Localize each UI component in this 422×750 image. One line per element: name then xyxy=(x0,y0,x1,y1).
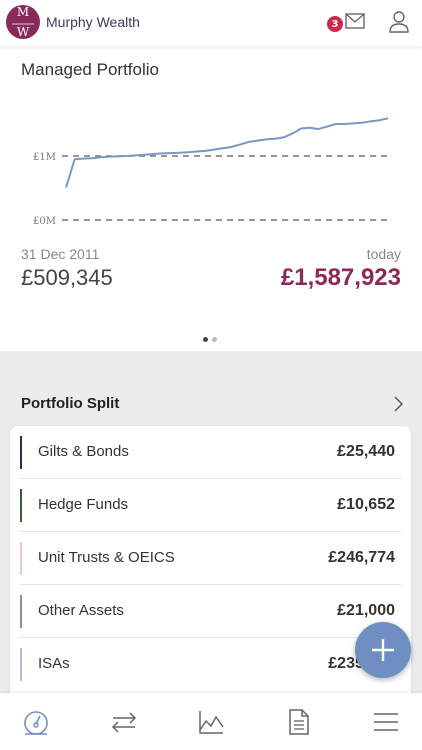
split-row[interactable]: Hedge Funds £10,652 xyxy=(20,479,401,532)
portfolio-split-section: Portfolio Split Gilts & Bonds £25,440 He… xyxy=(0,351,422,750)
today-label: today xyxy=(366,246,401,262)
bottom-tab-bar xyxy=(0,693,422,750)
start-date: 31 Dec 2011 xyxy=(21,246,100,262)
page-indicator xyxy=(203,337,217,342)
user-icon[interactable] xyxy=(389,11,409,33)
row-label: Hedge Funds xyxy=(38,496,129,513)
row-color-bar xyxy=(20,436,22,469)
portfolio-value-line xyxy=(65,117,389,188)
logo-letter-bottom: W xyxy=(16,25,30,39)
today-value: £1,587,923 xyxy=(280,264,401,291)
row-value: £10,652 xyxy=(337,496,395,513)
chevron-right-icon[interactable] xyxy=(393,396,403,412)
split-row[interactable]: ISAs £235,140 xyxy=(20,638,401,691)
managed-portfolio-panel[interactable]: Managed Portfolio £1M £0M 31 Dec 2011 £50… xyxy=(0,46,422,351)
logo[interactable]: M W xyxy=(6,5,40,39)
portfolio-chart: £1M £0M xyxy=(33,117,389,227)
row-value: £25,440 xyxy=(337,443,395,460)
transfer-arrows-icon[interactable] xyxy=(110,709,138,735)
split-row[interactable]: Other Assets £21,000 xyxy=(20,585,401,638)
split-row[interactable]: Gilts & Bonds £25,440 xyxy=(20,426,401,479)
y-tick-label: £0M xyxy=(33,216,56,227)
portfolio-title: Managed Portfolio xyxy=(21,60,159,79)
page-dot-active[interactable] xyxy=(203,337,208,342)
app-header: M W Murphy Wealth 3 xyxy=(0,0,422,46)
row-color-bar xyxy=(20,648,22,681)
split-row[interactable]: Unit Trusts & OEICS £246,774 xyxy=(20,532,401,585)
y-tick-label: £1M xyxy=(33,152,56,163)
portfolio-split-card: Gilts & Bonds £25,440 Hedge Funds £10,65… xyxy=(10,426,411,726)
row-value: £246,774 xyxy=(328,549,395,566)
plus-icon xyxy=(372,639,394,661)
row-label: Gilts & Bonds xyxy=(38,443,129,460)
row-label: Unit Trusts & OEICS xyxy=(38,549,175,566)
row-color-bar xyxy=(20,595,22,628)
row-value: £21,000 xyxy=(337,602,395,619)
logo-letter-top: M xyxy=(16,5,30,19)
start-value: £509,345 xyxy=(21,265,113,290)
mail-icon[interactable] xyxy=(345,13,365,29)
document-icon[interactable] xyxy=(285,709,313,735)
performance-chart-icon[interactable] xyxy=(197,709,225,735)
dashboard-gauge-icon[interactable] xyxy=(22,709,50,735)
row-label: Other Assets xyxy=(38,602,124,619)
row-label: ISAs xyxy=(38,655,70,672)
brand-name: Murphy Wealth xyxy=(46,14,140,30)
add-button[interactable] xyxy=(355,622,411,678)
portfolio-split-title[interactable]: Portfolio Split xyxy=(21,395,119,412)
page-dot[interactable] xyxy=(212,337,217,342)
row-color-bar xyxy=(20,542,22,575)
menu-icon[interactable] xyxy=(372,709,400,735)
row-color-bar xyxy=(20,489,22,522)
notification-badge[interactable]: 3 xyxy=(327,16,343,32)
